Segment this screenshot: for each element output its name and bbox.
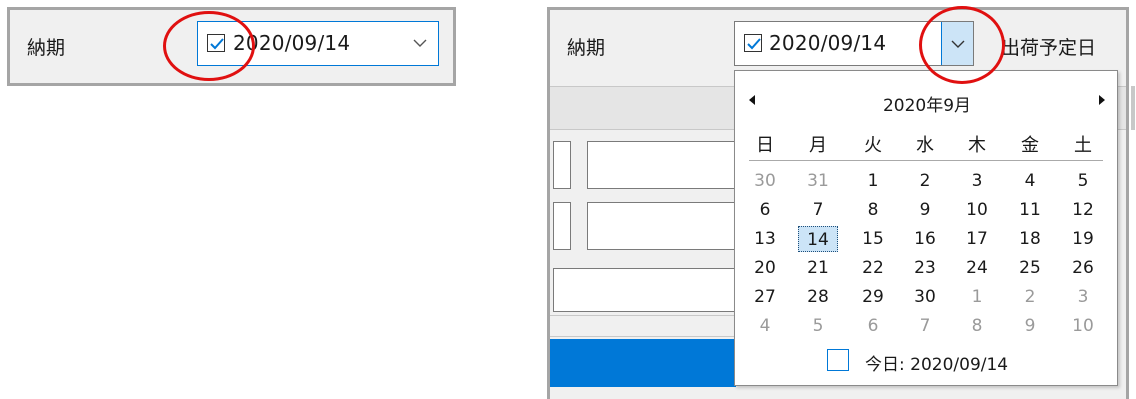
day-cell[interactable]: 25 — [1010, 255, 1050, 281]
day-cell-selected[interactable]: 14 — [798, 226, 838, 252]
day-cell[interactable]: 24 — [957, 255, 997, 281]
day-cell[interactable]: 21 — [798, 255, 838, 281]
day-cell[interactable]: 23 — [905, 255, 945, 281]
day-cell[interactable]: 6 — [853, 313, 893, 339]
day-cell[interactable]: 2 — [905, 168, 945, 194]
day-cell[interactable]: 19 — [1063, 226, 1103, 252]
day-cell[interactable]: 12 — [1063, 197, 1103, 223]
day-cell[interactable]: 15 — [853, 226, 893, 252]
highlight-circle — [163, 11, 255, 81]
day-cell[interactable]: 29 — [853, 284, 893, 310]
checkmark-icon — [747, 38, 761, 50]
next-month-button[interactable] — [1097, 94, 1107, 110]
today-link[interactable]: 今日: 2020/09/14 — [865, 350, 1008, 375]
weekday-label: 木 — [968, 135, 986, 156]
today-marker-icon[interactable] — [827, 349, 849, 371]
day-cell[interactable]: 5 — [1063, 168, 1103, 194]
weekday-label: 金 — [1021, 135, 1039, 156]
day-cell[interactable]: 28 — [798, 284, 838, 310]
day-cell[interactable]: 4 — [745, 313, 785, 339]
highlight-circle-dropdown — [919, 6, 1005, 84]
weekday-label: 月 — [809, 135, 827, 156]
selected-row-bar — [550, 339, 736, 387]
weekday-divider — [749, 160, 1103, 161]
form-input[interactable] — [553, 268, 737, 312]
day-cell[interactable]: 16 — [905, 226, 945, 252]
day-cell[interactable]: 7 — [905, 313, 945, 339]
form-input[interactable] — [553, 141, 571, 189]
month-title[interactable]: 2020年9月 — [735, 91, 1119, 116]
day-cell[interactable]: 6 — [745, 197, 785, 223]
day-cell[interactable]: 31 — [798, 168, 838, 194]
form-input[interactable] — [587, 202, 737, 250]
form-input[interactable] — [553, 202, 571, 250]
day-cell[interactable]: 17 — [957, 226, 997, 252]
day-cell[interactable]: 10 — [1063, 313, 1103, 339]
day-cell[interactable]: 9 — [1010, 313, 1050, 339]
day-cell[interactable]: 10 — [957, 197, 997, 223]
day-cell[interactable]: 13 — [745, 226, 785, 252]
delivery-date-label-right: 納期 — [567, 37, 606, 59]
calendar-dropdown: 2020年9月 日月火水木金土 30 31 1 2 3 4 5 6 7 8 9 10 11 12 13 14 1… — [734, 70, 1118, 386]
day-cell[interactable]: 9 — [905, 197, 945, 223]
weekday-label: 火 — [864, 135, 882, 156]
triangle-right-icon — [1099, 95, 1105, 105]
delivery-date-label: 納期 — [27, 37, 66, 59]
day-cell[interactable]: 5 — [798, 313, 838, 339]
day-cell[interactable]: 11 — [1010, 197, 1050, 223]
weekday-label: 日 — [756, 135, 774, 156]
day-cell[interactable]: 1 — [957, 284, 997, 310]
day-cell[interactable]: 2 — [1010, 284, 1050, 310]
weekday-label: 水 — [916, 135, 934, 156]
day-cell[interactable]: 7 — [798, 197, 838, 223]
day-cell[interactable]: 20 — [745, 255, 785, 281]
form-row — [550, 315, 736, 337]
day-cell[interactable]: 30 — [905, 284, 945, 310]
day-cell[interactable]: 26 — [1063, 255, 1103, 281]
day-cell[interactable]: 4 — [1010, 168, 1050, 194]
day-cell[interactable]: 8 — [957, 313, 997, 339]
day-cell[interactable]: 3 — [1063, 284, 1103, 310]
chevron-down-icon[interactable] — [412, 35, 428, 54]
date-enable-checkbox[interactable] — [744, 34, 762, 52]
day-cell[interactable]: 8 — [853, 197, 893, 223]
date-value[interactable]: 2020/09/14 — [769, 31, 886, 55]
day-cell[interactable]: 18 — [1010, 226, 1050, 252]
form-input[interactable] — [587, 141, 737, 189]
ship-date-label: 出荷予定日 — [1001, 37, 1097, 59]
day-cell[interactable]: 30 — [745, 168, 785, 194]
day-cell[interactable]: 27 — [745, 284, 785, 310]
day-cell[interactable]: 22 — [853, 255, 893, 281]
divider — [1131, 86, 1135, 130]
day-cell[interactable]: 3 — [957, 168, 997, 194]
day-cell[interactable]: 1 — [853, 168, 893, 194]
weekday-label: 土 — [1074, 135, 1092, 156]
